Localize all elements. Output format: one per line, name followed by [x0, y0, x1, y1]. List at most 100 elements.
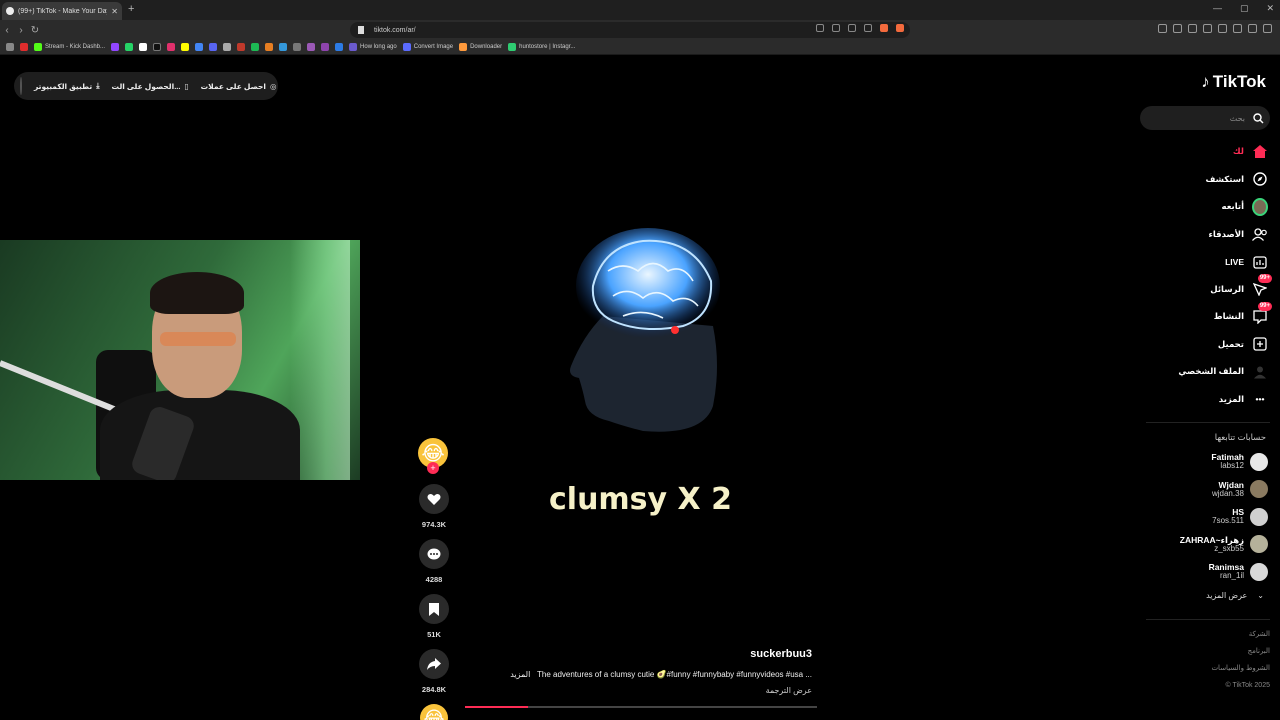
bookmark-label: Stream - Kick Dashb... [45, 44, 106, 50]
nav-live[interactable]: LIVE [1138, 248, 1268, 276]
phone-icon: ▯ [184, 81, 189, 91]
nav-upload[interactable]: تحميل [1138, 331, 1268, 359]
bookmark-grey-icon[interactable] [223, 43, 232, 51]
account-item[interactable]: ZAHRAA~زهراء z_sxb55 [1140, 531, 1268, 559]
get-on-pc-button[interactable]: الحصول على الت... ▯ [112, 82, 189, 91]
see-more-label: عرض المزيد [1206, 591, 1248, 600]
video-progress-bar[interactable] [465, 706, 817, 708]
share-button[interactable] [419, 649, 449, 679]
comment-button[interactable] [419, 539, 449, 569]
github-icon[interactable] [293, 43, 302, 51]
new-tab-button[interactable]: + [128, 3, 134, 15]
brave-shield-icon[interactable] [880, 24, 888, 32]
more-link[interactable]: المزيد [510, 670, 530, 679]
bookmark-item[interactable]: Downloader [459, 43, 502, 51]
video-description: المزيد The adventures of a clumsy cutie … [510, 670, 812, 679]
nav-for-you[interactable]: لك [1138, 138, 1268, 166]
extension-icon[interactable] [1173, 24, 1182, 33]
back-icon[interactable]: ‹ [0, 25, 14, 36]
share-icon[interactable] [864, 24, 872, 32]
footer-terms-link[interactable]: الشروط والسياسات [1211, 660, 1270, 677]
user-avatar[interactable] [20, 77, 22, 95]
whatsapp-icon[interactable] [125, 43, 134, 51]
cast-icon[interactable] [832, 24, 840, 32]
share-arrow-icon [427, 658, 441, 670]
account-item[interactable]: HS 7sos.511 [1140, 503, 1268, 531]
see-more-button[interactable]: عرض المزيد ⌄ [1140, 586, 1268, 606]
nav-friends[interactable]: الأصدقاء [1138, 221, 1268, 249]
bookmark-green-icon[interactable] [251, 43, 260, 51]
snapchat-icon[interactable] [181, 43, 190, 51]
reload-icon[interactable]: ↻ [28, 25, 42, 36]
account-item[interactable]: Ranimsa ran_1il [1140, 558, 1268, 586]
account-item[interactable]: Wjdan wjdan.38 [1140, 476, 1268, 504]
menu-icon[interactable] [1263, 24, 1272, 33]
search-input[interactable]: بحث [1140, 106, 1270, 130]
follow-plus-icon[interactable]: + [427, 462, 439, 474]
save-button[interactable] [419, 594, 449, 624]
sidebar-icon[interactable] [1203, 24, 1212, 33]
bookmark-dark-red-icon[interactable] [237, 43, 246, 51]
bookmark-icon[interactable] [358, 26, 364, 34]
footer-program-link[interactable]: البرنامج [1211, 643, 1270, 660]
like-button[interactable] [419, 484, 449, 514]
bookmark-item[interactable]: huntostore | Instagr... [508, 43, 575, 51]
bookmark-orange-icon[interactable] [265, 43, 274, 51]
nav-more[interactable]: المزيد ••• [1138, 386, 1268, 414]
nav-messages[interactable]: الرسائل 99+ [1138, 274, 1272, 304]
vpn-icon[interactable] [1248, 24, 1257, 33]
messages-badge: 99+ [1257, 274, 1272, 284]
bookmark-purple-icon[interactable] [307, 43, 316, 51]
bookmark-label: Downloader [470, 44, 503, 50]
tiktok-icon[interactable] [153, 43, 162, 51]
instagram-icon[interactable] [167, 43, 176, 51]
get-coins-button[interactable]: احصل على عملات ◎ [201, 82, 277, 91]
nav-activity[interactable]: النشاط 99+ [1138, 301, 1272, 331]
bookmark-violet-icon[interactable] [321, 43, 330, 51]
video-author[interactable]: suckerbuu3 [750, 648, 812, 660]
discord-icon[interactable] [209, 43, 218, 51]
bookmark-item[interactable]: Convert Image [402, 43, 453, 51]
minimize-button[interactable]: — [1213, 3, 1222, 14]
nav-following[interactable]: أتابعه [1138, 193, 1268, 221]
forward-icon[interactable]: › [14, 25, 28, 36]
media-icon[interactable] [1188, 24, 1197, 33]
profile-icon [1252, 364, 1268, 380]
account-item[interactable]: Fatimah labs12 [1140, 448, 1268, 476]
pc-app-button[interactable]: تطبيق الكمبيوتر ⤓ [34, 81, 100, 91]
music-disc[interactable]: 😂 [420, 704, 448, 720]
brave-rewards-icon[interactable] [896, 24, 904, 32]
twitch-icon[interactable] [111, 43, 120, 51]
nav-profile[interactable]: الملف الشخصي [1138, 358, 1268, 386]
bookmark-blue-icon[interactable] [195, 43, 204, 51]
extension-icon[interactable] [1158, 24, 1167, 33]
leo-icon[interactable] [1233, 24, 1242, 33]
close-window-button[interactable]: ✕ [1266, 3, 1274, 14]
zoom-icon[interactable] [848, 24, 856, 32]
bookmark-link-icon[interactable] [335, 43, 344, 51]
maximize-button[interactable]: ▢ [1240, 3, 1249, 14]
following-accounts: Fatimah labs12 Wjdan wjdan.38 HS 7sos.511 Z… [1140, 448, 1268, 606]
video-player[interactable]: clumsy X 2 suckerbuu3 المزيد The adventu… [463, 56, 818, 708]
tiktok-logo[interactable]: ♪ TikTok [1201, 72, 1266, 92]
bookmark-red-icon[interactable] [20, 43, 28, 51]
tabs-icon[interactable] [1218, 24, 1227, 33]
browser-tab[interactable]: (99+) TikTok - Make Your Day ✕ [2, 2, 122, 20]
see-translation-link[interactable]: عرض الترجمة [766, 686, 812, 695]
search-icon[interactable] [1253, 112, 1264, 124]
no-image-icon[interactable] [816, 24, 824, 32]
bookmark-icon [429, 602, 439, 616]
bookmark-item[interactable]: Stream - Kick Dashb... [34, 43, 105, 51]
creator-avatar[interactable]: 😂 + [418, 438, 448, 474]
apps-icon[interactable] [6, 43, 14, 51]
address-bar[interactable]: tiktok.com/ar/ [350, 22, 910, 38]
bookmark-item[interactable]: How long ago [349, 43, 397, 51]
x-icon[interactable] [139, 43, 148, 51]
nav-explore[interactable]: استكشف [1138, 166, 1268, 194]
tiktok-page: تطبيق الكمبيوتر ⤓ الحصول على الت... ▯ اح… [0, 56, 1280, 720]
download-icon [459, 43, 468, 51]
nav-label: أتابعه [1221, 201, 1244, 212]
bookmark-light-blue-icon[interactable] [279, 43, 288, 51]
close-tab-icon[interactable]: ✕ [111, 7, 118, 16]
footer-company-link[interactable]: الشركة [1211, 626, 1270, 643]
